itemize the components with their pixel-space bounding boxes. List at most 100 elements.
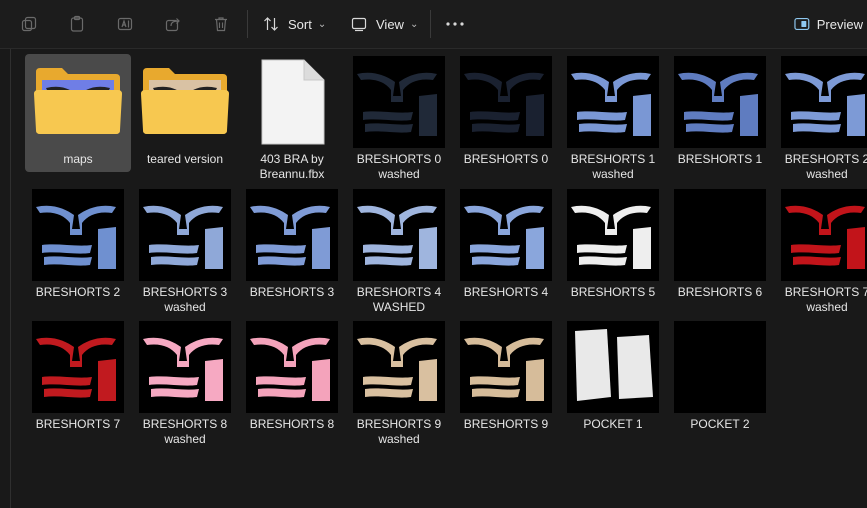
file-item[interactable]: BRESHORTS 1 washed (560, 54, 666, 181)
file-item[interactable]: POCKET 1 (560, 319, 666, 437)
item-label: maps (63, 152, 93, 166)
view-icon (351, 17, 367, 32)
file-item[interactable]: BRESHORTS 9 washed (346, 319, 452, 446)
folder-icon (34, 68, 122, 134)
item-label: BRESHORTS 2 (35, 285, 121, 299)
view-button[interactable]: View ⌄ (350, 8, 420, 40)
item-label: POCKET 2 (690, 417, 750, 431)
texture-shape (674, 321, 766, 413)
document-icon (261, 59, 325, 145)
item-label: BRESHORTS 9 (463, 417, 549, 431)
more-options-button[interactable] (439, 8, 471, 40)
file-item[interactable]: BRESHORTS 2 (25, 187, 131, 305)
file-item[interactable]: BRESHORTS 6 (667, 187, 773, 305)
preview-label: Preview (816, 16, 863, 32)
thumbnail (353, 56, 445, 148)
file-item[interactable]: 403 BRA by Breannu.fbx (239, 54, 345, 181)
texture-shape (32, 189, 124, 281)
file-item[interactable]: BRESHORTS 3 (239, 187, 345, 305)
file-item[interactable]: BRESHORTS 7 washed (774, 187, 867, 314)
texture-shape (567, 56, 659, 148)
folder-item[interactable]: teared version (132, 54, 238, 172)
view-label: View (376, 16, 404, 32)
folder-item[interactable]: maps (25, 54, 131, 172)
file-item[interactable]: BRESHORTS 9 (453, 319, 559, 437)
file-item[interactable]: BRESHORTS 3 washed (132, 187, 238, 314)
thumbnail (674, 56, 766, 148)
texture-shape (567, 321, 659, 413)
rename-button[interactable] (109, 8, 141, 40)
item-label: BRESHORTS 1 (677, 152, 763, 166)
more-icon (446, 22, 464, 26)
item-label: BRESHORTS 4 WASHED (356, 285, 442, 314)
texture-shape (567, 189, 659, 281)
thumbnail (460, 321, 552, 413)
item-label: BRESHORTS 6 (677, 285, 763, 299)
copy-icon (21, 16, 37, 32)
preview-pane-icon (794, 17, 810, 31)
item-label: BRESHORTS 1 washed (570, 152, 656, 181)
share-icon (165, 18, 180, 32)
thumbnail (32, 189, 124, 281)
texture-shape (460, 189, 552, 281)
item-label: BRESHORTS 5 (570, 285, 656, 299)
command-bar: Sort ⌄ View ⌄ Preview (0, 0, 867, 48)
texture-shape (674, 56, 766, 148)
texture-shape (246, 321, 338, 413)
thumbnail (32, 321, 124, 413)
file-item[interactable]: BRESHORTS 4 (453, 187, 559, 305)
thumbnail (460, 56, 552, 148)
file-item[interactable]: POCKET 2 (667, 319, 773, 437)
thumbnail (674, 321, 766, 413)
texture-shape (353, 321, 445, 413)
thumbnail (139, 189, 231, 281)
chevron-down-icon: ⌄ (317, 18, 327, 30)
file-item[interactable]: BRESHORTS 0 (453, 54, 559, 172)
texture-shape (32, 321, 124, 413)
item-label: BRESHORTS 0 washed (356, 152, 442, 181)
file-item[interactable]: BRESHORTS 2 washed (774, 54, 867, 181)
folder-icon (141, 68, 229, 134)
thumbnail (246, 56, 338, 148)
item-label: BRESHORTS 9 washed (356, 417, 442, 446)
clipboard-icon (70, 15, 84, 32)
file-item[interactable]: BRESHORTS 8 (239, 319, 345, 437)
thumbnail (567, 56, 659, 148)
sort-icon (264, 17, 278, 31)
thumbnail (139, 321, 231, 413)
share-button[interactable] (157, 8, 189, 40)
thumbnail (246, 321, 338, 413)
item-label: BRESHORTS 8 (249, 417, 335, 431)
texture-shape (781, 56, 867, 148)
file-item[interactable]: BRESHORTS 8 washed (132, 319, 238, 446)
texture-shape (246, 189, 338, 281)
item-label: 403 BRA by Breannu.fbx (259, 152, 325, 181)
sort-button[interactable]: Sort ⌄ (262, 8, 328, 40)
thumbnail (139, 56, 231, 148)
preview-button[interactable]: Preview (793, 8, 863, 40)
paste-button[interactable] (61, 8, 93, 40)
texture-shape (353, 189, 445, 281)
navigation-pane-edge (10, 49, 11, 508)
delete-button[interactable] (205, 8, 237, 40)
file-item[interactable]: BRESHORTS 7 (25, 319, 131, 437)
item-label: BRESHORTS 0 (463, 152, 549, 166)
thumbnail (567, 321, 659, 413)
file-item[interactable]: BRESHORTS 5 (560, 187, 666, 305)
file-item[interactable]: BRESHORTS 1 (667, 54, 773, 172)
thumbnail (781, 189, 867, 281)
sort-label: Sort (288, 16, 312, 32)
item-label: BRESHORTS 3 washed (142, 285, 228, 314)
item-label: BRESHORTS 7 (35, 417, 121, 431)
texture-shape (460, 321, 552, 413)
toolbar-divider (0, 48, 867, 49)
file-item[interactable]: BRESHORTS 0 washed (346, 54, 452, 181)
copy-button[interactable] (13, 8, 45, 40)
item-label: BRESHORTS 4 (463, 285, 549, 299)
thumbnail (781, 56, 867, 148)
thumbnail (32, 56, 124, 148)
toolbar-separator (247, 10, 248, 38)
thumbnail (460, 189, 552, 281)
toolbar-separator (430, 10, 431, 38)
file-item[interactable]: BRESHORTS 4 WASHED (346, 187, 452, 314)
